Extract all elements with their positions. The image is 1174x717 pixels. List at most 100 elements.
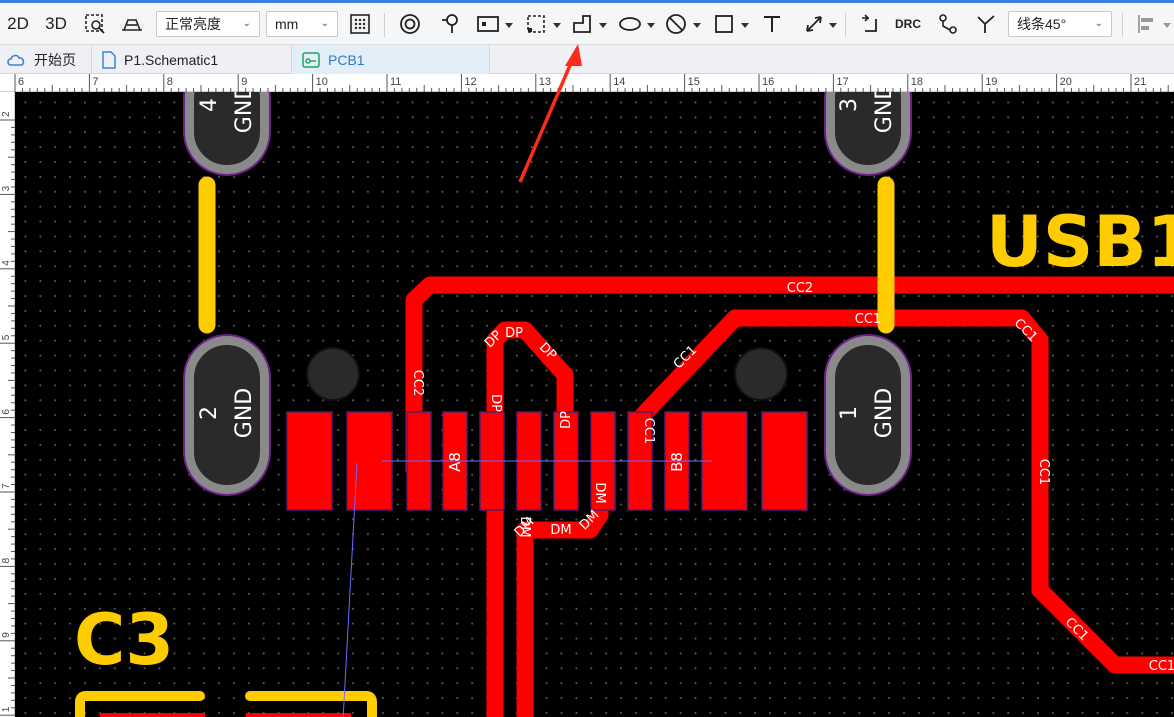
unit-select[interactable]: mm ⌄ — [266, 11, 338, 37]
ruler-label: 12 — [464, 76, 476, 88]
ruler-label: 9 — [241, 76, 247, 88]
pad-3-number: 3 — [837, 98, 862, 112]
single-route-icon[interactable] — [972, 9, 1000, 39]
dimension-tool-icon[interactable] — [800, 9, 828, 39]
pad-icon[interactable] — [436, 9, 464, 39]
toolbar-separator — [845, 13, 846, 37]
route-mode-value: 线条45° — [1017, 16, 1067, 32]
chevron-down-icon[interactable] — [505, 23, 513, 28]
tab-schematic[interactable]: P1.Schematic1 — [92, 45, 292, 74]
ruler-label: 8 — [1, 557, 12, 563]
ruler-label: 8 — [167, 76, 173, 88]
tab-label: 开始页 — [34, 51, 76, 68]
ruler-label: 10 — [316, 76, 328, 88]
pad-4-net: GND — [232, 92, 257, 133]
ruler-label: 2 — [1, 111, 12, 117]
ruler-label: 4 — [1, 260, 12, 266]
view-3d-button[interactable]: 3D — [42, 9, 70, 39]
ruler-label: 19 — [985, 76, 997, 88]
net-label-dp: DP — [488, 394, 503, 412]
pcb-canvas[interactable]: 4 GND 3 GND 2 GND 1 GND A8 B8 CC2 CC1 CC… — [15, 92, 1174, 717]
chevron-down-icon[interactable] — [553, 23, 561, 28]
net-label-dp: DP — [505, 326, 523, 341]
chevron-down-icon[interactable] — [647, 23, 655, 28]
layer-brightness-icon[interactable] — [118, 9, 146, 39]
import-changes-icon[interactable] — [856, 9, 884, 39]
ruler-label: 13 — [539, 76, 551, 88]
document-tabs: 开始页 P1.Schematic1 PCB1 — [0, 45, 1174, 74]
smd-pad[interactable] — [761, 411, 808, 511]
drc-button[interactable]: DRC — [893, 9, 923, 39]
zoom-fit-icon[interactable] — [82, 9, 108, 39]
route-mode-select[interactable]: 线条45° ⌄ — [1008, 11, 1112, 37]
pad-3-net: GND — [872, 92, 897, 133]
ruler-label: 7 — [92, 76, 98, 88]
ruler-label: 9 — [1, 632, 12, 638]
via-icon[interactable] — [396, 9, 424, 39]
c3-pad[interactable] — [246, 713, 351, 717]
ruler-horizontal[interactable]: 6 7 8 9 10 11 12 13 14 15 16 17 18 19 20 21 — [0, 74, 1174, 92]
view-2d-button[interactable]: 2D — [4, 9, 32, 39]
pad-2-number: 2 — [197, 406, 222, 420]
cloud-icon — [6, 53, 26, 67]
route-icon[interactable] — [934, 9, 962, 39]
net-label-cc1: CC1 — [641, 418, 656, 444]
grid-icon[interactable] — [346, 9, 374, 39]
ruler-label: 6 — [18, 76, 24, 88]
pin-label-a8: A8 — [446, 452, 464, 472]
chevron-down-icon[interactable] — [829, 23, 837, 28]
brightness-select[interactable]: 正常亮度 ⌄ — [156, 11, 260, 37]
board-outline-icon[interactable] — [474, 9, 502, 39]
ruler-label: 15 — [688, 76, 700, 88]
tab-start-page[interactable]: 开始页 — [0, 45, 92, 74]
ruler-label: 3 — [1, 185, 12, 191]
tab-pcb[interactable]: PCB1 — [292, 45, 490, 74]
ruler-label: 1 — [1, 706, 12, 712]
polygon-tool-icon[interactable] — [568, 9, 596, 39]
align-icon[interactable] — [1132, 9, 1160, 39]
toolbar-separator — [384, 13, 385, 37]
document-icon — [102, 50, 116, 69]
smd-pad[interactable] — [286, 411, 333, 511]
region-icon[interactable] — [522, 9, 550, 39]
net-label-dm: DM — [592, 482, 607, 503]
ruler-label: 5 — [1, 334, 12, 340]
chevron-down-icon[interactable] — [599, 23, 607, 28]
forbidden-region-icon[interactable] — [662, 9, 690, 39]
net-label-dm: DM — [550, 523, 571, 538]
tab-label: PCB1 — [328, 51, 365, 68]
net-label-cc1: CC1 — [855, 312, 881, 327]
pcb-icon — [302, 51, 320, 68]
mounting-hole[interactable] — [734, 347, 788, 401]
chevron-down-icon[interactable] — [741, 23, 749, 28]
net-label-cc1: CC1 — [1149, 659, 1174, 674]
ruler-vertical[interactable]: 2 3 4 5 6 7 8 9 1 — [0, 92, 15, 717]
chevron-down-icon: ⌄ — [1094, 18, 1103, 29]
pad-2-net: GND — [232, 388, 257, 438]
ruler-label: 17 — [836, 76, 848, 88]
brightness-value: 正常亮度 — [165, 16, 221, 32]
chevron-down-icon[interactable] — [1163, 23, 1171, 28]
ruler-label: 16 — [762, 76, 774, 88]
ellipse-tool-icon[interactable] — [616, 9, 644, 39]
text-tool-icon[interactable] — [758, 9, 786, 39]
net-label-cc2: CC2 — [787, 281, 813, 296]
ruler-label: 21 — [1134, 76, 1146, 88]
pad-4-number: 4 — [197, 98, 222, 112]
mounting-hole[interactable] — [306, 347, 360, 401]
chevron-down-icon: ⌄ — [320, 18, 329, 29]
toolbar: 2D 3D 正常亮度 ⌄ mm ⌄ DRC 线条45° ⌄ — [0, 0, 1174, 45]
net-label-cc1: CC1 — [1036, 459, 1051, 485]
ruler-label: 6 — [1, 409, 12, 415]
designator-usb1: USB1 — [986, 201, 1174, 283]
net-label-cc2: CC2 — [410, 370, 425, 396]
c3-pad[interactable] — [100, 713, 205, 717]
pad-1-net: GND — [872, 388, 897, 438]
unit-value: mm — [275, 16, 299, 32]
net-label-dp: DP — [559, 411, 574, 429]
chevron-down-icon[interactable] — [693, 23, 701, 28]
ruler-label: 7 — [1, 483, 12, 489]
rectangle-tool-icon[interactable] — [710, 9, 738, 39]
designator-c3: C3 — [74, 599, 174, 681]
pin-label-b8: B8 — [668, 452, 686, 472]
